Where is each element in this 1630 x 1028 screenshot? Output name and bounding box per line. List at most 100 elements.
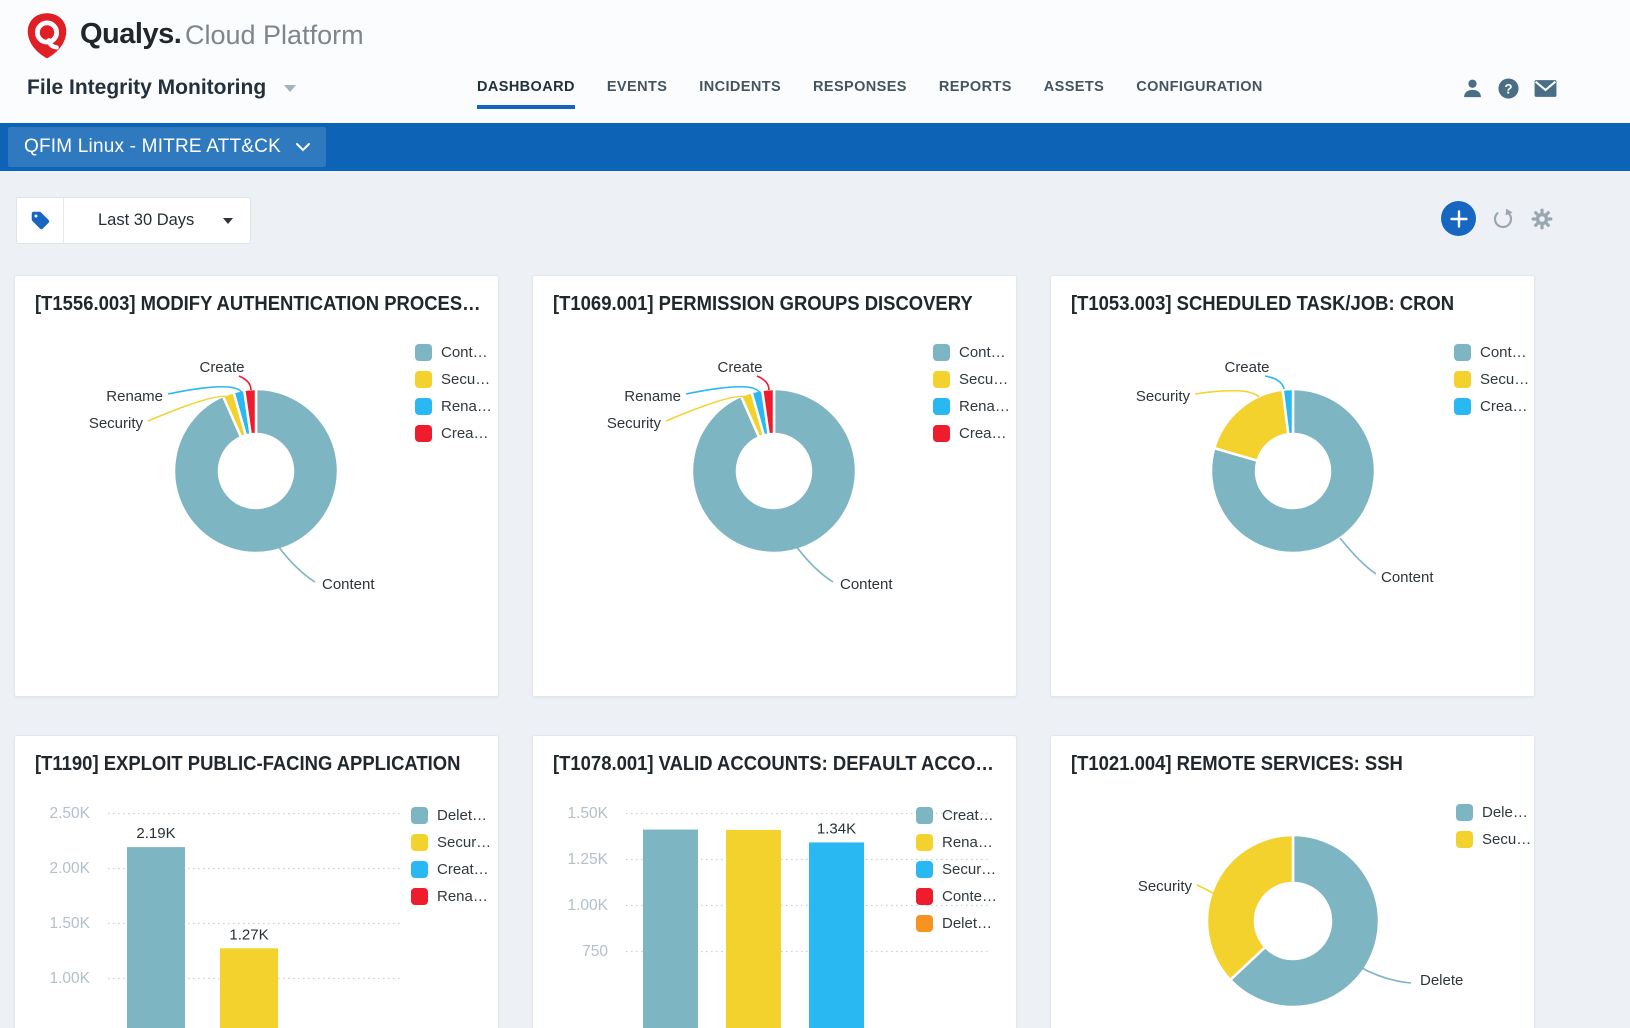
user-icon[interactable] [1461, 77, 1484, 100]
main-nav: DASHBOARD EVENTS INCIDENTS RESPONSES REPORTS… [477, 79, 1263, 109]
donut-slice-security[interactable] [1214, 390, 1288, 461]
slice-label: Content [322, 576, 375, 593]
donut-chart: CreateSecurityContent [1051, 276, 1534, 696]
legend-color-chip [1456, 804, 1473, 821]
legend-item[interactable]: Cont… [1454, 344, 1529, 361]
app-picker-label: File Integrity Monitoring [27, 76, 266, 100]
bar-security[interactable] [220, 948, 278, 1028]
slice-label: Create [199, 359, 244, 376]
legend-item[interactable]: Secu… [933, 371, 1010, 388]
legend-label: Dele… [1482, 804, 1528, 821]
dashboard-picker[interactable]: QFIM Linux - MITRE ATT&CK [8, 127, 326, 167]
legend-item[interactable]: Crea… [1454, 398, 1529, 415]
legend-label: Crea… [441, 425, 489, 442]
legend-color-chip [415, 344, 432, 361]
bar-value-label: 2.19K [136, 825, 175, 842]
legend-item[interactable]: Rena… [933, 398, 1010, 415]
legend-color-chip [916, 915, 933, 932]
legend-label: Rena… [437, 888, 488, 905]
legend-item[interactable]: Conte… [916, 888, 997, 905]
slice-label: Content [1381, 569, 1434, 586]
app-header: Qualys. Cloud Platform File Integrity Mo… [0, 0, 1630, 123]
legend-item[interactable]: Cont… [933, 344, 1010, 361]
legend-color-chip [1454, 371, 1471, 388]
legend-item[interactable]: Rena… [411, 888, 491, 905]
legend-label: Secu… [959, 371, 1008, 388]
nav-tab-responses[interactable]: RESPONSES [813, 79, 907, 109]
nav-tab-configuration[interactable]: CONFIGURATION [1136, 79, 1263, 109]
chart-legend: Cont… Secu… Rena… Crea… [933, 344, 1010, 442]
refresh-button[interactable] [1491, 207, 1515, 231]
legend-item[interactable]: Secur… [411, 834, 491, 851]
filter-group: Last 30 Days [16, 197, 251, 244]
nav-tab-events[interactable]: EVENTS [607, 79, 667, 109]
legend-label: Rena… [942, 834, 993, 851]
legend-item[interactable]: Secur… [916, 861, 997, 878]
chevron-down-icon [296, 143, 310, 152]
settings-button[interactable] [1530, 207, 1554, 231]
bar-value-label: 1.34K [817, 820, 856, 837]
legend-item[interactable]: Secu… [1454, 371, 1529, 388]
bar-delete[interactable] [127, 847, 185, 1028]
callout-line [1340, 538, 1376, 574]
legend-color-chip [916, 834, 933, 851]
legend-item[interactable]: Secu… [415, 371, 492, 388]
chevron-down-icon [284, 85, 296, 92]
axis-tick-label: 1.25K [567, 851, 608, 868]
qualys-logo-icon [26, 11, 68, 61]
callout-line [239, 376, 251, 390]
legend-label: Cont… [959, 344, 1006, 361]
axis-tick-label: 1.50K [567, 805, 608, 822]
legend-color-chip [933, 371, 950, 388]
callout-line [796, 546, 833, 582]
legend-label: Crea… [959, 425, 1007, 442]
legend-item[interactable]: Delet… [916, 915, 997, 932]
legend-item[interactable]: Rena… [916, 834, 997, 851]
legend-item[interactable]: Secu… [1456, 831, 1531, 848]
legend-label: Secur… [437, 834, 491, 851]
tag-filter-button[interactable] [17, 198, 64, 243]
donut-chart: SecurityDelete [1051, 736, 1534, 1028]
time-range-dropdown[interactable]: Last 30 Days [64, 211, 250, 230]
legend-color-chip [411, 834, 428, 851]
donut-chart: CreateRenameSecurityContent [533, 276, 1016, 696]
legend-label: Secu… [1482, 831, 1531, 848]
slice-label: Security [1138, 878, 1193, 895]
widget-card: [T1556.003] MODIFY AUTHENTICATION PROCES… [14, 275, 499, 697]
legend-label: Rena… [441, 398, 492, 415]
plus-icon [1450, 210, 1468, 228]
legend-item[interactable]: Delet… [411, 807, 491, 824]
nav-tab-dashboard[interactable]: DASHBOARD [477, 79, 575, 109]
slice-label: Security [89, 415, 144, 432]
app-picker[interactable]: File Integrity Monitoring [27, 76, 296, 100]
header-icons: ? [1461, 77, 1558, 100]
add-widget-button[interactable] [1441, 201, 1476, 236]
nav-tab-assets[interactable]: ASSETS [1044, 79, 1104, 109]
slice-label: Content [840, 576, 893, 593]
chart-legend: Creat… Rena… Secur… Conte… Delet… [916, 807, 997, 932]
nav-tab-incidents[interactable]: INCIDENTS [699, 79, 781, 109]
legend-item[interactable]: Crea… [415, 425, 492, 442]
legend-label: Delet… [942, 915, 992, 932]
axis-tick-label: 750 [582, 943, 608, 960]
brand-name: Qualys. [80, 18, 181, 51]
legend-label: Secur… [942, 861, 996, 878]
bar-create[interactable] [643, 830, 698, 1028]
legend-label: Cont… [1480, 344, 1527, 361]
legend-label: Rena… [959, 398, 1010, 415]
mail-icon[interactable] [1533, 77, 1558, 100]
axis-tick-label: 1.00K [567, 897, 608, 914]
legend-item[interactable]: Cont… [415, 344, 492, 361]
legend-item[interactable]: Creat… [411, 861, 491, 878]
legend-item[interactable]: Crea… [933, 425, 1010, 442]
help-icon[interactable]: ? [1497, 77, 1520, 100]
nav-tab-reports[interactable]: REPORTS [939, 79, 1012, 109]
legend-color-chip [1454, 398, 1471, 415]
bar-rename[interactable] [726, 830, 781, 1028]
legend-label: Secu… [441, 371, 490, 388]
bar-security[interactable] [809, 842, 864, 1028]
legend-label: Conte… [942, 888, 997, 905]
legend-item[interactable]: Dele… [1456, 804, 1531, 821]
legend-item[interactable]: Creat… [916, 807, 997, 824]
legend-item[interactable]: Rena… [415, 398, 492, 415]
